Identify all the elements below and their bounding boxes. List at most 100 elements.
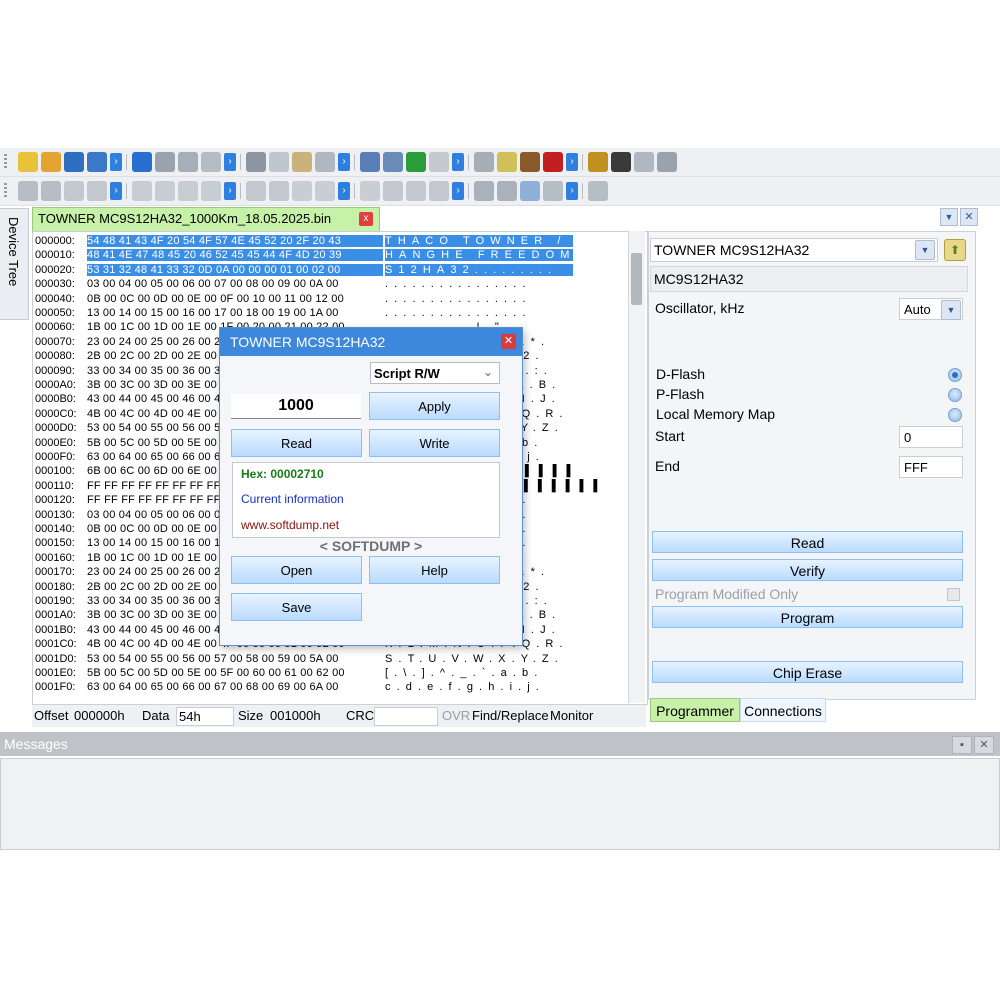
panel-close-icon[interactable]: ✕: [960, 208, 978, 226]
next-icon[interactable]: [178, 181, 198, 201]
network-icon[interactable]: [657, 152, 677, 172]
chip-erase-button[interactable]: Chip Erase: [652, 661, 963, 683]
chevron-down-icon[interactable]: ⌄: [483, 365, 493, 379]
hex-bytes[interactable]: 63 00 64 00 65 00 66 00 67 00 68 00 69 0…: [87, 681, 383, 693]
dialog-titlebar[interactable]: TOWNER MC9S12HA32 ✕: [220, 328, 522, 356]
hex-bytes[interactable]: 0B 00 0C 00 0D 00 0E 00 0F 00 10 00 11 0…: [87, 293, 383, 305]
pointer-icon[interactable]: [520, 181, 540, 201]
hex-scrollbar[interactable]: [628, 231, 645, 703]
stop-icon[interactable]: [497, 181, 517, 201]
cut-icon[interactable]: [178, 152, 198, 172]
bug-icon[interactable]: [611, 152, 631, 172]
frame-icon[interactable]: [588, 181, 608, 201]
close-icon[interactable]: ✕: [974, 736, 994, 754]
verify-button[interactable]: Verify: [652, 559, 963, 581]
hex-ascii[interactable]: S12HA32.........: [385, 263, 573, 276]
zoom-out-icon[interactable]: [41, 181, 61, 201]
hex-ascii[interactable]: [.\.].^._.`.a.b.: [385, 667, 573, 679]
chevron-down-icon[interactable]: ▼: [915, 240, 935, 260]
fit-icon[interactable]: [64, 181, 84, 201]
memory-option-radio[interactable]: [948, 388, 962, 402]
first-icon[interactable]: [132, 181, 152, 201]
find-replace-panel[interactable]: Find/Replace: [472, 708, 548, 723]
tab-connections[interactable]: Connections: [740, 698, 826, 722]
italic-icon[interactable]: [315, 181, 335, 201]
align-right-icon[interactable]: [429, 181, 449, 201]
hex-bytes[interactable]: 53 00 54 00 55 00 56 00 57 00 58 00 59 0…: [87, 653, 383, 665]
chevron-right-icon[interactable]: ›: [566, 182, 578, 200]
hex-bytes[interactable]: 54 48 41 43 4F 20 54 4F 57 4E 45 52 20 2…: [87, 235, 383, 247]
align-center-icon[interactable]: [406, 181, 426, 201]
pin-icon[interactable]: ▪: [952, 736, 972, 754]
page2-icon[interactable]: [497, 152, 517, 172]
forward-icon[interactable]: [269, 181, 289, 201]
tab-programmer[interactable]: Programmer: [650, 698, 740, 722]
chevron-right-icon[interactable]: ›: [224, 153, 236, 171]
paste-icon[interactable]: [246, 152, 266, 172]
find-replace-icon[interactable]: [315, 152, 335, 172]
zoom-rect-icon[interactable]: [543, 181, 563, 201]
find-icon[interactable]: [292, 152, 312, 172]
00-icon[interactable]: [406, 152, 426, 172]
back-icon[interactable]: [246, 181, 266, 201]
read-button[interactable]: Read: [231, 429, 362, 457]
hex-bytes[interactable]: 53 31 32 48 41 33 32 0D 0A 00 00 00 01 0…: [87, 263, 383, 276]
load-device-icon[interactable]: ⬆: [944, 239, 966, 261]
undo-icon[interactable]: [132, 152, 152, 172]
edit-icon[interactable]: [87, 152, 107, 172]
last-icon[interactable]: [201, 181, 221, 201]
zoom-in-icon[interactable]: [18, 181, 38, 201]
copy-icon[interactable]: [201, 152, 221, 172]
document-tab[interactable]: TOWNER MC9S12HA32_1000Km_18.05.2025.bin …: [32, 207, 380, 231]
chevron-right-icon[interactable]: ›: [566, 153, 578, 171]
hex-ascii[interactable]: S.T.U.V.W.X.Y.Z.: [385, 653, 573, 665]
write-button[interactable]: Write: [369, 429, 500, 457]
chevron-right-icon[interactable]: ›: [224, 182, 236, 200]
chevron-right-icon[interactable]: ›: [452, 182, 464, 200]
device-tree-tab[interactable]: Device Tree: [0, 208, 29, 320]
save-button[interactable]: Save: [231, 593, 362, 621]
hex-ascii[interactable]: THACO TOWNER / C: [385, 235, 584, 247]
delete-icon[interactable]: [269, 152, 289, 172]
chevron-down-icon[interactable]: ▼: [941, 300, 961, 320]
close-icon[interactable]: ✕: [501, 334, 516, 349]
sigma-icon[interactable]: [634, 152, 654, 172]
memory-option-radio[interactable]: [948, 368, 962, 382]
prev-icon[interactable]: [155, 181, 175, 201]
save-icon[interactable]: [64, 152, 84, 172]
website-link[interactable]: www.softdump.net: [241, 518, 339, 532]
memory-option-radio[interactable]: [948, 408, 962, 422]
chevron-right-icon[interactable]: ›: [338, 153, 350, 171]
refresh-icon[interactable]: [429, 152, 449, 172]
start-input[interactable]: 0: [899, 426, 963, 448]
chevron-right-icon[interactable]: ›: [110, 153, 122, 171]
program-modified-checkbox[interactable]: [947, 588, 960, 601]
align-left-icon[interactable]: [383, 181, 403, 201]
grid-icon[interactable]: [520, 152, 540, 172]
hex-ascii[interactable]: ................: [385, 293, 573, 305]
open-folder-icon[interactable]: [41, 152, 61, 172]
apply-button[interactable]: Apply: [369, 392, 500, 420]
tools-icon[interactable]: [588, 152, 608, 172]
hex-bytes[interactable]: 03 00 04 00 05 00 06 00 07 00 08 00 09 0…: [87, 278, 383, 290]
hex-ascii[interactable]: HANGHE FREEDOM 9: [385, 249, 591, 262]
help-button[interactable]: Help: [369, 556, 500, 584]
oscillator-select[interactable]: Auto ▼: [899, 298, 963, 320]
toolbar-grip[interactable]: [4, 183, 7, 197]
hex-ascii[interactable]: c.d.e.f.g.h.i.j.: [385, 681, 573, 693]
hex-ascii[interactable]: ................: [385, 307, 573, 319]
ff-icon[interactable]: [383, 152, 403, 172]
device-select[interactable]: TOWNER MC9S12HA32 ▼: [650, 238, 938, 262]
chip-icon[interactable]: [18, 152, 38, 172]
page-icon[interactable]: [474, 152, 494, 172]
open-button[interactable]: Open: [231, 556, 362, 584]
toolbar-grip[interactable]: [4, 154, 7, 168]
mode-select[interactable]: Script R/W ⌄: [370, 362, 500, 384]
notes-icon[interactable]: [543, 152, 563, 172]
play-icon[interactable]: [474, 181, 494, 201]
hex-bytes[interactable]: 5B 00 5C 00 5D 00 5E 00 5F 00 60 00 61 0…: [87, 667, 383, 679]
hex-ascii[interactable]: ................: [385, 278, 573, 290]
chevron-right-icon[interactable]: ›: [338, 182, 350, 200]
bold-icon[interactable]: [292, 181, 312, 201]
panel-dropdown-icon[interactable]: ▼: [940, 208, 958, 226]
